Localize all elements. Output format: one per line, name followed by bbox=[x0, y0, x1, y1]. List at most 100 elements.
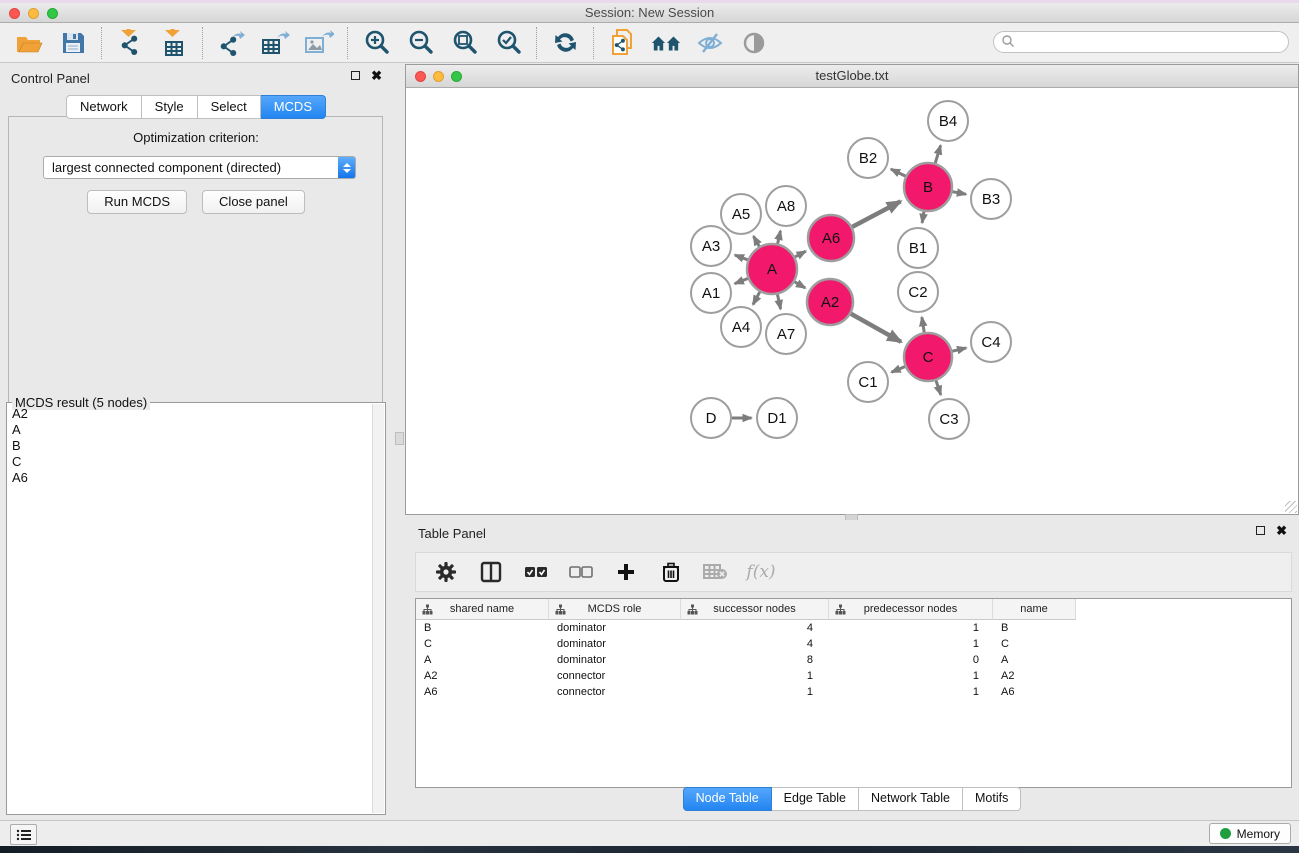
node-A2[interactable]: A2 bbox=[807, 279, 853, 325]
edge-C-C1[interactable] bbox=[892, 367, 905, 373]
refresh-icon[interactable] bbox=[550, 28, 580, 58]
cell-shared-name[interactable]: A6 bbox=[416, 686, 549, 698]
node-A3[interactable]: A3 bbox=[691, 226, 731, 266]
search-field[interactable] bbox=[993, 31, 1289, 53]
panel-divider-handle[interactable] bbox=[395, 432, 404, 445]
node-C4[interactable]: C4 bbox=[971, 322, 1011, 362]
cell-successor-nodes[interactable]: 4 bbox=[681, 638, 829, 650]
node-C[interactable]: C bbox=[904, 333, 952, 381]
edge-A-A7[interactable] bbox=[777, 294, 780, 309]
import-network-icon[interactable] bbox=[115, 28, 145, 58]
node-A[interactable]: A bbox=[747, 244, 797, 294]
cell-successor-nodes[interactable]: 4 bbox=[681, 622, 829, 634]
cell-predecessor-nodes[interactable]: 0 bbox=[829, 654, 993, 666]
tab-network[interactable]: Network bbox=[66, 95, 142, 119]
export-table-icon[interactable] bbox=[260, 28, 290, 58]
window-resize-grip[interactable] bbox=[1285, 501, 1297, 513]
mcds-result-item[interactable]: A6 bbox=[12, 470, 372, 486]
table-row[interactable]: Bdominator41B bbox=[416, 620, 1291, 636]
edge-A-A4[interactable] bbox=[753, 292, 760, 305]
close-window-button[interactable] bbox=[9, 8, 20, 19]
node-A5[interactable]: A5 bbox=[721, 194, 761, 234]
edge-B-B1[interactable] bbox=[922, 212, 924, 223]
zoom-fit-icon[interactable] bbox=[449, 28, 479, 58]
edge-A6-B[interactable] bbox=[852, 201, 900, 226]
table-row[interactable]: Cdominator41C bbox=[416, 636, 1291, 652]
edge-B-B4[interactable] bbox=[935, 145, 940, 163]
cell-MCDS-role[interactable]: connector bbox=[549, 686, 681, 698]
show-graphics-details-icon[interactable] bbox=[739, 28, 769, 58]
cell-shared-name[interactable]: C bbox=[416, 638, 549, 650]
mcds-result-item[interactable]: A2 bbox=[12, 406, 372, 422]
table-row[interactable]: A6connector11A6 bbox=[416, 684, 1291, 700]
tab-mcds[interactable]: MCDS bbox=[261, 95, 326, 119]
open-file-icon[interactable] bbox=[14, 28, 44, 58]
zoom-out-icon[interactable] bbox=[405, 28, 435, 58]
mcds-result-item[interactable]: C bbox=[12, 454, 372, 470]
function-builder-icon[interactable]: f(x) bbox=[748, 559, 774, 585]
task-history-button[interactable] bbox=[10, 824, 37, 845]
node-B4[interactable]: B4 bbox=[928, 101, 968, 141]
node-D1[interactable]: D1 bbox=[757, 398, 797, 438]
cell-name[interactable]: A bbox=[993, 654, 1076, 666]
node-C1[interactable]: C1 bbox=[848, 362, 888, 402]
column-header-MCDS-role[interactable]: MCDS role bbox=[549, 599, 681, 620]
cell-name[interactable]: A2 bbox=[993, 670, 1076, 682]
node-A7[interactable]: A7 bbox=[766, 314, 806, 354]
search-input[interactable] bbox=[1015, 33, 1288, 51]
cell-predecessor-nodes[interactable]: 1 bbox=[829, 638, 993, 650]
close-panel-icon[interactable]: ✖ bbox=[371, 71, 382, 80]
table-row[interactable]: A2connector11A2 bbox=[416, 668, 1291, 684]
network-zoom-button[interactable] bbox=[451, 71, 462, 82]
cell-shared-name[interactable]: A bbox=[416, 654, 549, 666]
zoom-window-button[interactable] bbox=[47, 8, 58, 19]
close-table-panel-icon[interactable]: ✖ bbox=[1276, 526, 1287, 535]
mcds-result-item[interactable]: A bbox=[12, 422, 372, 438]
cell-MCDS-role[interactable]: dominator bbox=[549, 622, 681, 634]
node-B[interactable]: B bbox=[904, 163, 952, 211]
edge-B-B2[interactable] bbox=[891, 169, 906, 176]
result-scrollbar[interactable] bbox=[372, 404, 384, 813]
hide-panels-icon[interactable] bbox=[651, 28, 681, 58]
criterion-select[interactable]: largest connected component (directed) bbox=[43, 156, 356, 179]
settings-gear-icon[interactable] bbox=[433, 559, 459, 585]
add-row-icon[interactable] bbox=[613, 559, 639, 585]
edge-C-C4[interactable] bbox=[952, 348, 966, 351]
cell-successor-nodes[interactable]: 1 bbox=[681, 670, 829, 682]
cell-MCDS-role[interactable]: connector bbox=[549, 670, 681, 682]
delete-row-icon[interactable] bbox=[658, 559, 684, 585]
zoom-in-icon[interactable] bbox=[361, 28, 391, 58]
cell-name[interactable]: B bbox=[993, 622, 1076, 634]
save-session-icon[interactable] bbox=[58, 28, 88, 58]
tab-network-table[interactable]: Network Table bbox=[859, 787, 963, 811]
edge-A-A3[interactable] bbox=[735, 255, 748, 260]
node-C2[interactable]: C2 bbox=[898, 272, 938, 312]
network-canvas[interactable]: B4B2BB3A5A8A6A3B1AA1C2A2A4A7C4CC1DD1C3 bbox=[406, 88, 1298, 514]
node-D[interactable]: D bbox=[691, 398, 731, 438]
column-header-name[interactable]: name bbox=[993, 599, 1076, 620]
zoom-selected-icon[interactable] bbox=[493, 28, 523, 58]
float-panel-icon[interactable] bbox=[351, 71, 360, 80]
node-B1[interactable]: B1 bbox=[898, 228, 938, 268]
tab-motifs[interactable]: Motifs bbox=[963, 787, 1021, 811]
cell-predecessor-nodes[interactable]: 1 bbox=[829, 622, 993, 634]
mcds-result-item[interactable]: B bbox=[12, 438, 372, 454]
edge-A-A8[interactable] bbox=[778, 231, 781, 244]
cell-successor-nodes[interactable]: 8 bbox=[681, 654, 829, 666]
cell-shared-name[interactable]: B bbox=[416, 622, 549, 634]
minimize-window-button[interactable] bbox=[28, 8, 39, 19]
node-B2[interactable]: B2 bbox=[848, 138, 888, 178]
run-mcds-button[interactable]: Run MCDS bbox=[87, 190, 187, 214]
column-header-successor-nodes[interactable]: successor nodes bbox=[681, 599, 829, 620]
tab-style[interactable]: Style bbox=[142, 95, 198, 119]
cell-MCDS-role[interactable]: dominator bbox=[549, 638, 681, 650]
edge-C-C2[interactable] bbox=[922, 317, 924, 332]
import-table-icon[interactable] bbox=[159, 28, 189, 58]
edge-A-A1[interactable] bbox=[735, 279, 748, 284]
float-table-panel-icon[interactable] bbox=[1256, 526, 1265, 535]
tab-edge-table[interactable]: Edge Table bbox=[772, 787, 859, 811]
cell-name[interactable]: C bbox=[993, 638, 1076, 650]
edge-B-B3[interactable] bbox=[953, 192, 966, 195]
column-header-shared-name[interactable]: shared name bbox=[416, 599, 549, 620]
cell-predecessor-nodes[interactable]: 1 bbox=[829, 686, 993, 698]
